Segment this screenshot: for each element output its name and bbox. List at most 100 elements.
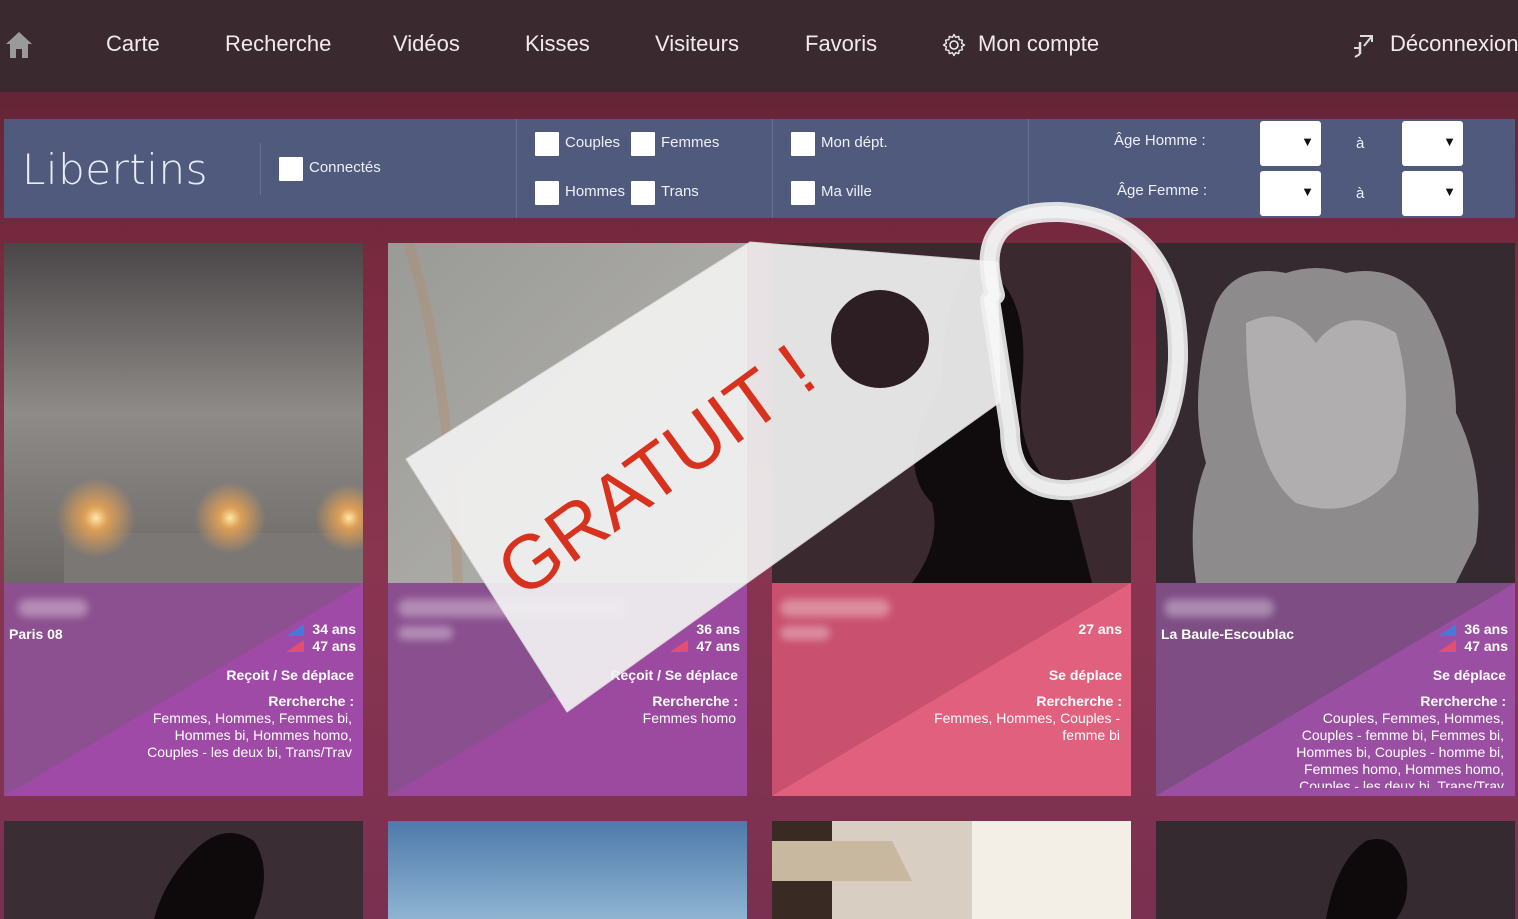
dept-label: Mon dépt. bbox=[821, 134, 888, 151]
search-label: Rercherche : bbox=[1036, 693, 1122, 709]
profile-photo bbox=[772, 243, 1131, 583]
nav-visiteurs[interactable]: Visiteurs bbox=[655, 31, 739, 57]
nav-recherche[interactable]: Recherche bbox=[225, 31, 331, 57]
nav-videos[interactable]: Vidéos bbox=[393, 31, 460, 57]
male-indicator-icon bbox=[286, 624, 304, 636]
nav-mon-compte[interactable]: Mon compte bbox=[978, 31, 1099, 57]
nav-carte[interactable]: Carte bbox=[106, 31, 160, 57]
search-line: Couples, Femmes, Hommes, bbox=[1322, 710, 1504, 726]
couples-label: Couples bbox=[565, 134, 621, 151]
hommes-label: Hommes bbox=[565, 183, 626, 200]
age-femme-max-select[interactable]: ▼ bbox=[1402, 171, 1463, 216]
search-list: Femmes, Hommes, Femmes bi, Hommes bi, Ho… bbox=[12, 710, 352, 761]
profile-card[interactable]: La Baule-Escoublac 36 ans 47 ans Se dépl… bbox=[1156, 243, 1515, 796]
page-title: Libertins bbox=[22, 145, 208, 194]
divider bbox=[516, 119, 517, 218]
search-list: Femmes homo bbox=[396, 710, 736, 727]
blurred-city bbox=[780, 626, 830, 640]
search-line: Couples - les deux bi, Trans/Trav bbox=[1299, 778, 1504, 788]
search-line: Couples - les deux bi, Trans/Trav bbox=[147, 744, 352, 760]
age-female: 47 ans bbox=[312, 638, 356, 654]
profile-photo bbox=[1156, 821, 1515, 919]
age-femme-min-select[interactable]: ▼ bbox=[1260, 171, 1321, 216]
age-female: 27 ans bbox=[1078, 621, 1122, 637]
ville-label: Ma ville bbox=[821, 183, 872, 200]
search-line: Hommes bi, Couples - homme bi, bbox=[1296, 744, 1504, 760]
search-line: femme bi bbox=[1062, 727, 1120, 743]
mobility: Se déplace bbox=[1432, 667, 1506, 683]
dept-checkbox[interactable] bbox=[791, 132, 815, 156]
age-male: 36 ans bbox=[696, 621, 740, 637]
profile-card[interactable]: Paris 08 34 ans 47 ans Reçoit / Se dépla… bbox=[4, 243, 363, 796]
divider bbox=[772, 119, 773, 218]
mobility: Se déplace bbox=[1048, 667, 1122, 683]
ville-checkbox[interactable] bbox=[791, 181, 815, 205]
profile-card[interactable] bbox=[772, 821, 1131, 919]
female-indicator-icon bbox=[1438, 640, 1456, 652]
search-line: Femmes homo, Hommes homo, bbox=[1304, 761, 1504, 777]
age-male: 36 ans bbox=[1464, 621, 1508, 637]
nav-kisses[interactable]: Kisses bbox=[525, 31, 590, 57]
profile-photo bbox=[4, 243, 363, 583]
age-female: 47 ans bbox=[696, 638, 740, 654]
to-label: à bbox=[1356, 135, 1365, 152]
blurred-username bbox=[18, 599, 88, 617]
search-line: Femmes, Hommes, Femmes bi, bbox=[152, 710, 352, 726]
female-indicator-icon bbox=[670, 640, 688, 652]
nav-favoris[interactable]: Favoris bbox=[805, 31, 877, 57]
connected-checkbox[interactable] bbox=[279, 157, 303, 181]
search-label: Rercherche : bbox=[268, 693, 354, 709]
nav-deconnexion[interactable]: Déconnexion bbox=[1390, 31, 1518, 57]
female-indicator-icon bbox=[286, 640, 304, 652]
mobility: Reçoit / Se déplace bbox=[610, 667, 738, 683]
logout-icon[interactable] bbox=[1352, 34, 1374, 58]
hommes-checkbox[interactable] bbox=[535, 181, 559, 205]
blurred-username bbox=[398, 599, 628, 617]
chevron-down-icon: ▼ bbox=[1443, 184, 1456, 199]
divider bbox=[260, 143, 261, 195]
chevron-down-icon: ▼ bbox=[1301, 134, 1314, 149]
couples-checkbox[interactable] bbox=[535, 132, 559, 156]
profile-card[interactable] bbox=[388, 821, 747, 919]
profile-card[interactable] bbox=[4, 821, 363, 919]
trans-checkbox[interactable] bbox=[631, 181, 655, 205]
profile-card[interactable] bbox=[1156, 821, 1515, 919]
chevron-down-icon: ▼ bbox=[1301, 184, 1314, 199]
home-icon[interactable] bbox=[5, 30, 33, 60]
search-label: Rercherche : bbox=[652, 693, 738, 709]
age-homme-min-select[interactable]: ▼ bbox=[1260, 121, 1321, 166]
age-homme-label: Âge Homme : bbox=[1114, 132, 1206, 149]
profile-card[interactable]: 36 ans 47 ans Reçoit / Se déplace Rerche… bbox=[388, 243, 747, 796]
filter-bar: Libertins Connectés Couples Femmes Homme… bbox=[4, 119, 1515, 218]
divider bbox=[1028, 119, 1029, 218]
search-line: Hommes bi, Hommes homo, bbox=[174, 727, 352, 743]
profile-card[interactable]: 27 ans Se déplace Rercherche : Femmes, H… bbox=[772, 243, 1131, 796]
blurred-username bbox=[1164, 599, 1274, 617]
connected-label: Connectés bbox=[309, 159, 381, 176]
age-homme-max-select[interactable]: ▼ bbox=[1402, 121, 1463, 166]
femmes-label: Femmes bbox=[661, 134, 720, 151]
age-femme-label: Âge Femme : bbox=[1117, 182, 1208, 199]
profile-photo bbox=[388, 243, 747, 583]
femmes-checkbox[interactable] bbox=[631, 132, 655, 156]
profile-photo bbox=[1156, 243, 1515, 583]
top-navigation: Carte Recherche Vidéos Kisses Visiteurs … bbox=[0, 0, 1518, 92]
search-list: Couples, Femmes, Hommes, Couples - femme… bbox=[1164, 710, 1504, 788]
mobility: Reçoit / Se déplace bbox=[226, 667, 354, 683]
profile-city: Paris 08 bbox=[9, 626, 63, 642]
profile-photo bbox=[772, 821, 1131, 919]
gear-icon[interactable] bbox=[942, 33, 966, 57]
profile-photo bbox=[4, 821, 363, 919]
blurred-city bbox=[398, 626, 453, 640]
age-female: 47 ans bbox=[1464, 638, 1508, 654]
search-list: Femmes, Hommes, Couples - femme bi bbox=[780, 710, 1120, 744]
to-label: à bbox=[1356, 185, 1365, 202]
trans-label: Trans bbox=[661, 183, 699, 200]
age-male: 34 ans bbox=[312, 621, 356, 637]
search-line: Couples - femme bi, Femmes bi, bbox=[1301, 727, 1504, 743]
profile-photo bbox=[388, 821, 747, 919]
profile-city: La Baule-Escoublac bbox=[1161, 626, 1295, 642]
search-line: Femmes, Hommes, Couples - bbox=[934, 710, 1120, 726]
male-indicator-icon bbox=[1438, 624, 1456, 636]
search-line: Femmes homo bbox=[642, 710, 736, 726]
